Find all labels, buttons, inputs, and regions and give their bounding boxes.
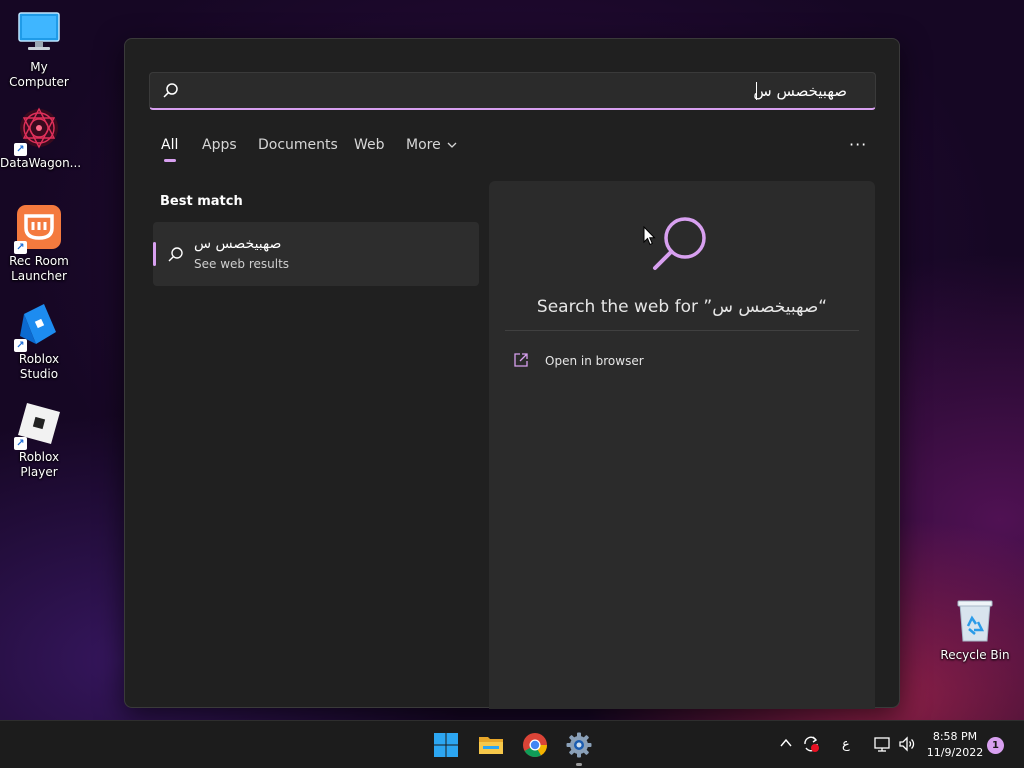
desktop-icon-recycle-bin[interactable]: Recycle Bin bbox=[936, 598, 1014, 663]
result-subtitle: See web results bbox=[194, 257, 290, 271]
notification-badge[interactable]: 1 bbox=[987, 737, 1004, 754]
search-query-text: صهبيخصس س bbox=[753, 82, 847, 100]
tab-documents[interactable]: Documents bbox=[258, 137, 338, 153]
desktop-icon-label: DataWagon... bbox=[0, 156, 82, 170]
search-icon bbox=[162, 82, 180, 104]
network-icon[interactable] bbox=[873, 735, 891, 757]
volume-icon[interactable] bbox=[898, 735, 916, 757]
taskbar: ع 8:58 PM 11/9/2022 1 bbox=[0, 720, 1024, 768]
open-external-icon bbox=[513, 352, 529, 372]
preview-title: Search the web for ”صهبيخصس س“ bbox=[536, 297, 828, 317]
chrome-icon[interactable] bbox=[521, 731, 549, 759]
monitor-icon bbox=[16, 10, 62, 56]
desktop-icon-rec-room[interactable]: ↗ Rec Room Launcher bbox=[0, 204, 78, 284]
windows-start-icon[interactable] bbox=[432, 731, 460, 759]
file-explorer-icon[interactable] bbox=[477, 731, 505, 759]
mouse-cursor-icon bbox=[643, 225, 656, 250]
system-clock[interactable]: 8:58 PM 11/9/2022 bbox=[920, 729, 990, 761]
desktop-icon-label: Roblox Studio bbox=[18, 352, 60, 381]
chevron-down-icon bbox=[447, 142, 457, 148]
best-match-heading: Best match bbox=[160, 194, 243, 209]
tab-apps[interactable]: Apps bbox=[202, 137, 237, 153]
search-flyout: صهبيخصس س All Apps Documents Web More ··… bbox=[124, 38, 900, 709]
selection-accent bbox=[153, 242, 156, 266]
search-input[interactable]: صهبيخصس س bbox=[149, 72, 876, 110]
active-tab-indicator bbox=[164, 159, 176, 162]
show-hidden-icons-chevron-up-icon[interactable] bbox=[779, 735, 793, 754]
running-app-indicator bbox=[576, 763, 582, 766]
result-title: صهبيخصس س bbox=[194, 236, 282, 252]
tab-all[interactable]: All bbox=[161, 137, 178, 153]
shortcut-arrow-icon: ↗ bbox=[14, 339, 27, 352]
desktop-icon-roblox-studio[interactable]: ↗ Roblox Studio bbox=[0, 302, 78, 382]
desktop-icon-label: Roblox Player bbox=[18, 450, 60, 479]
shortcut-arrow-icon: ↗ bbox=[14, 437, 27, 450]
roblox-player-icon: ↗ bbox=[14, 400, 62, 450]
desktop-icon-datawagon[interactable]: ↗ DataWagon... bbox=[0, 106, 82, 171]
settings-icon[interactable] bbox=[565, 731, 593, 759]
web-search-icon bbox=[649, 214, 711, 280]
preview-divider bbox=[505, 330, 859, 331]
desktop-icon-roblox-player[interactable]: ↗ Roblox Player bbox=[0, 400, 78, 480]
shortcut-arrow-icon: ↗ bbox=[14, 143, 27, 156]
sync-icon[interactable] bbox=[802, 735, 820, 757]
desktop-icon-my-computer[interactable]: My Computer bbox=[0, 10, 78, 90]
desktop-icon-label: Rec Room Launcher bbox=[9, 254, 69, 283]
desktop-icon-label: My Computer bbox=[9, 60, 69, 89]
desktop-icon-label: Recycle Bin bbox=[940, 648, 1010, 662]
clock-time: 8:58 PM bbox=[932, 730, 978, 743]
tab-more-label: More bbox=[406, 137, 441, 153]
roblox-studio-icon: ↗ bbox=[14, 302, 62, 352]
more-options-button[interactable]: ··· bbox=[849, 135, 867, 154]
search-icon bbox=[167, 246, 185, 268]
clock-date: 11/9/2022 bbox=[926, 746, 984, 759]
input-language-indicator[interactable]: ع bbox=[842, 737, 850, 752]
shortcut-arrow-icon: ↗ bbox=[14, 241, 27, 254]
recycle-bin-icon bbox=[952, 598, 998, 644]
tab-more[interactable]: More bbox=[406, 137, 457, 153]
rec-room-icon: ↗ bbox=[14, 204, 62, 254]
open-in-browser-label: Open in browser bbox=[545, 354, 644, 368]
tab-web[interactable]: Web bbox=[354, 137, 385, 153]
preview-pane: Search the web for ”صهبيخصس س“ Open in b… bbox=[489, 181, 875, 709]
datawagon-icon: ↗ bbox=[14, 106, 62, 156]
best-match-result[interactable]: صهبيخصس س See web results bbox=[153, 222, 479, 286]
